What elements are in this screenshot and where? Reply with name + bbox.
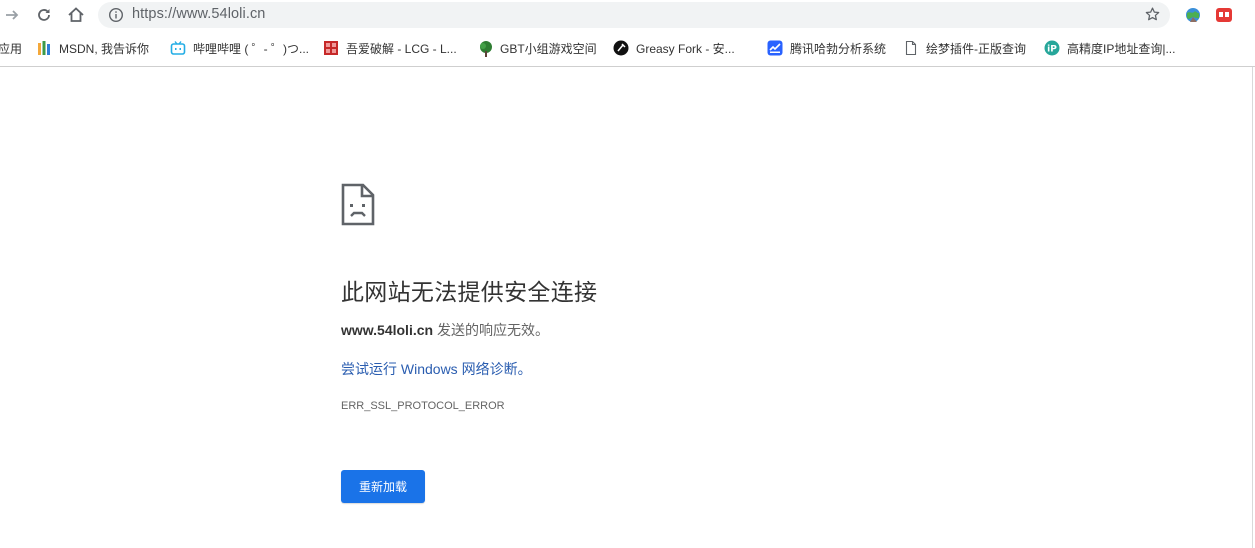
error-host: www.54loli.cn — [341, 322, 434, 338]
bookmark-apps[interactable]: 应用 — [0, 39, 22, 57]
page-icon — [903, 40, 919, 56]
forward-icon[interactable] — [0, 3, 24, 27]
greasyfork-icon — [613, 40, 629, 56]
url-text[interactable]: https://www.54loli.cn — [132, 6, 265, 22]
bookmark-label: 高精度IP地址查询|... — [1067, 41, 1176, 56]
bookmark-label: 应用 — [0, 41, 23, 56]
bookmark-label: Greasy Fork - 安... — [636, 41, 735, 56]
52pojie-icon — [323, 40, 339, 56]
extension-globe-icon[interactable] — [1184, 6, 1202, 24]
diagnose-suffix: 。 — [517, 361, 532, 377]
broken-page-icon — [341, 183, 375, 231]
habo-icon — [767, 40, 783, 56]
tree-icon — [477, 40, 493, 57]
svg-text:iP: iP — [1047, 45, 1057, 55]
bookmark-huimeng[interactable]: 绘梦插件-正版查询 — [903, 39, 1026, 57]
bookmark-msdn[interactable]: MSDN, 我告诉你 — [36, 39, 149, 57]
bookmark-label: 腾讯哈勃分析系统 — [790, 41, 887, 56]
bookmark-gbt[interactable]: GBT小组游戏空间 — [477, 39, 597, 57]
error-code: ERR_SSL_PROTOCOL_ERROR — [341, 400, 505, 412]
bookmark-ip[interactable]: iP 高精度IP地址查询|... — [1044, 39, 1175, 57]
address-bar[interactable]: https://www.54loli.cn — [98, 2, 1170, 28]
reload-icon[interactable] — [32, 3, 56, 27]
bookmark-habo[interactable]: 腾讯哈勃分析系统 — [767, 39, 886, 57]
home-icon[interactable] — [64, 3, 88, 27]
browser-toolbar: https://www.54loli.cn — [0, 0, 1255, 31]
info-icon[interactable] — [108, 7, 124, 28]
star-icon[interactable] — [1144, 6, 1161, 28]
extension-red-icon[interactable] — [1215, 6, 1233, 24]
ip-icon: iP — [1044, 40, 1060, 56]
diagnose-link[interactable]: 尝试运行 Windows 网络诊断 — [341, 361, 518, 377]
msdn-icon — [36, 40, 52, 56]
bookmark-52pojie[interactable]: 吾爱破解 - LCG - L... — [323, 39, 457, 57]
scrollbar-edge — [1252, 67, 1253, 548]
bookmark-label: 吾爱破解 - LCG - L... — [346, 41, 457, 56]
reload-button[interactable]: 重新加载 — [341, 470, 425, 503]
bookmark-label: MSDN, 我告诉你 — [59, 41, 150, 56]
bookmark-label: 绘梦插件-正版查询 — [926, 41, 1026, 56]
diagnose-row: 尝试运行 Windows 网络诊断。 — [341, 359, 532, 379]
bilibili-icon — [170, 40, 186, 56]
bookmarks-bar: 应用 MSDN, 我告诉你 哔哩哔哩 ( ゜- ゜)つ... 吾爱破解 - LC… — [0, 31, 1255, 67]
bookmark-bilibili[interactable]: 哔哩哔哩 ( ゜- ゜)つ... — [170, 39, 309, 57]
error-desc-text: 发送的响应无效。 — [433, 322, 549, 338]
error-description: www.54loli.cn 发送的响应无效。 — [341, 320, 549, 340]
bookmark-greasyfork[interactable]: Greasy Fork - 安... — [613, 39, 735, 57]
error-title: 此网站无法提供安全连接 — [341, 279, 598, 305]
bookmark-label: GBT小组游戏空间 — [500, 41, 597, 56]
bookmark-label: 哔哩哔哩 ( ゜- ゜)つ... — [193, 41, 309, 56]
